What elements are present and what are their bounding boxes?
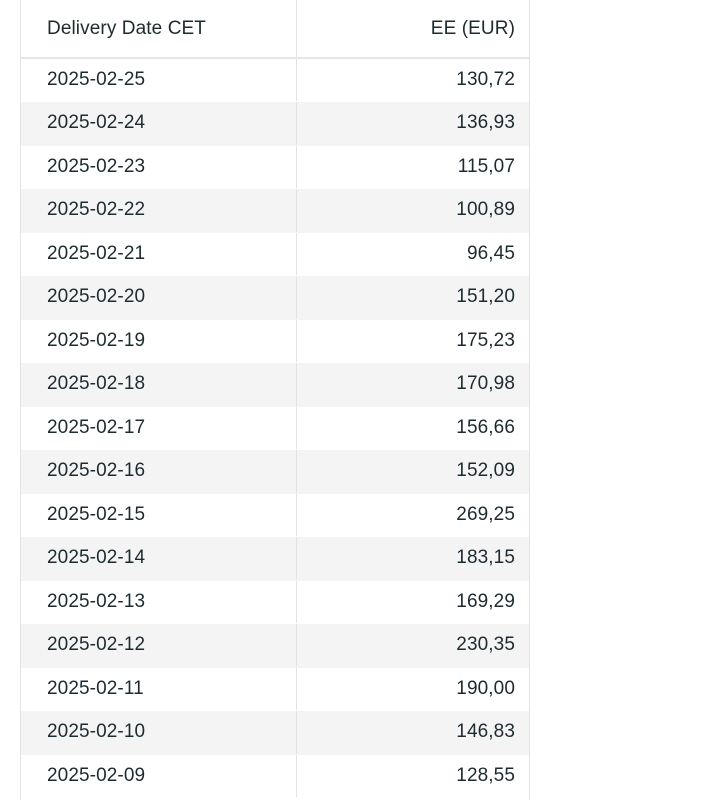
cell-delivery-date: 2025-02-17 (21, 406, 297, 450)
table-row[interactable]: 2025-02-13 169,29 (21, 580, 529, 624)
table-body: 2025-02-25 130,72 2025-02-24 136,93 2025-02-… (21, 58, 529, 798)
cell-ee-eur-price: 100,89 (296, 188, 529, 233)
table-row[interactable]: 2025-02-17 156,66 (21, 406, 529, 450)
cell-delivery-date: 2025-02-12 (21, 623, 297, 668)
table-row[interactable]: 2025-02-14 183,15 (21, 536, 529, 581)
table-header: Delivery Date CET EE (EUR) (21, 0, 529, 59)
table-row[interactable]: 2025-02-18 170,98 (21, 362, 529, 407)
cell-ee-eur-price: 169,29 (296, 580, 529, 624)
table-row[interactable]: 2025-02-24 136,93 (21, 101, 529, 146)
cell-ee-eur-price: 152,09 (296, 449, 529, 494)
cell-delivery-date: 2025-02-23 (21, 145, 297, 189)
cell-ee-eur-price: 190,00 (296, 667, 529, 711)
table-row[interactable]: 2025-02-11 190,00 (21, 667, 529, 711)
cell-delivery-date: 2025-02-21 (21, 232, 297, 276)
table-row[interactable]: 2025-02-25 130,72 (21, 58, 529, 102)
cell-ee-eur-price: 151,20 (296, 275, 529, 320)
cell-delivery-date: 2025-02-09 (21, 754, 297, 798)
table-row[interactable]: 2025-02-12 230,35 (21, 623, 529, 668)
table-row[interactable]: 2025-02-10 146,83 (21, 710, 529, 755)
table-row[interactable]: 2025-02-22 100,89 (21, 188, 529, 233)
cell-delivery-date: 2025-02-22 (21, 188, 297, 233)
cell-ee-eur-price: 156,66 (296, 406, 529, 450)
cell-ee-eur-price: 269,25 (296, 493, 529, 537)
table-row[interactable]: 2025-02-16 152,09 (21, 449, 529, 494)
cell-delivery-date: 2025-02-20 (21, 275, 297, 320)
price-table-container: Delivery Date CET EE (EUR) 2025-02-25 130… (20, 0, 530, 800)
cell-delivery-date: 2025-02-15 (21, 493, 297, 537)
price-table: Delivery Date CET EE (EUR) 2025-02-25 130… (21, 0, 529, 798)
cell-ee-eur-price: 183,15 (296, 536, 529, 581)
table-header-row: Delivery Date CET EE (EUR) (21, 0, 529, 59)
table-row[interactable]: 2025-02-09 128,55 (21, 754, 529, 798)
table-row[interactable]: 2025-02-23 115,07 (21, 145, 529, 189)
cell-ee-eur-price: 128,55 (296, 754, 529, 798)
cell-delivery-date: 2025-02-14 (21, 536, 297, 581)
cell-delivery-date: 2025-02-11 (21, 667, 297, 711)
table-row[interactable]: 2025-02-19 175,23 (21, 319, 529, 363)
table-row[interactable]: 2025-02-15 269,25 (21, 493, 529, 537)
cell-ee-eur-price: 175,23 (296, 319, 529, 363)
cell-delivery-date: 2025-02-19 (21, 319, 297, 363)
cell-delivery-date: 2025-02-10 (21, 710, 297, 755)
cell-ee-eur-price: 230,35 (296, 623, 529, 668)
cell-delivery-date: 2025-02-18 (21, 362, 297, 407)
cell-ee-eur-price: 170,98 (296, 362, 529, 407)
column-header-delivery-date[interactable]: Delivery Date CET (21, 0, 297, 59)
cell-ee-eur-price: 115,07 (296, 145, 529, 189)
cell-ee-eur-price: 96,45 (296, 232, 529, 276)
column-header-ee-eur[interactable]: EE (EUR) (296, 0, 529, 59)
cell-ee-eur-price: 136,93 (296, 101, 529, 146)
cell-delivery-date: 2025-02-24 (21, 101, 297, 146)
table-row[interactable]: 2025-02-21 96,45 (21, 232, 529, 276)
cell-ee-eur-price: 146,83 (296, 710, 529, 755)
cell-delivery-date: 2025-02-13 (21, 580, 297, 624)
table-row[interactable]: 2025-02-20 151,20 (21, 275, 529, 320)
cell-ee-eur-price: 130,72 (296, 58, 529, 102)
cell-delivery-date: 2025-02-16 (21, 449, 297, 494)
cell-delivery-date: 2025-02-25 (21, 58, 297, 102)
